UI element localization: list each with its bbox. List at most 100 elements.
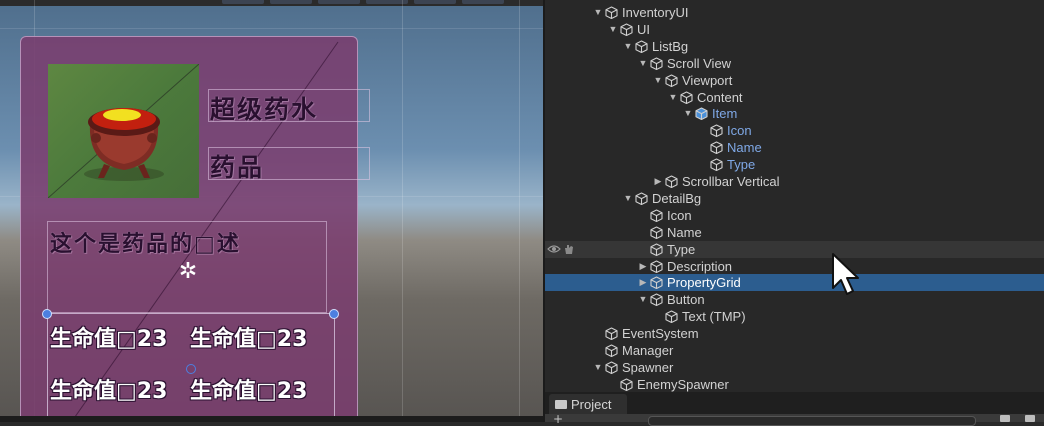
project-search-input[interactable] [648, 416, 976, 426]
hierarchy-item-label: Type [667, 241, 696, 257]
hierarchy-item-label: DetailBg [652, 190, 702, 206]
toolbar-button[interactable] [414, 0, 456, 4]
gameobject-cube-icon [605, 6, 618, 20]
hierarchy-item-viewport[interactable]: ▼ Viewport [545, 72, 1044, 89]
gameobject-cube-icon [605, 327, 618, 341]
rect-handle[interactable] [42, 309, 52, 319]
hierarchy-item-label: Scrollbar Vertical [682, 174, 780, 189]
hierarchy-item-label: Content [697, 89, 743, 105]
hierarchy-item-label: Name [727, 140, 762, 156]
gameobject-cube-icon [605, 361, 618, 374]
hierarchy-item-label: UI [637, 21, 650, 37]
expand-arrow-icon[interactable]: ▼ [683, 105, 693, 122]
property-text: 生命值□23 [190, 327, 308, 352]
expand-arrow-icon[interactable]: ▼ [653, 72, 663, 89]
gameobject-cube-icon [605, 344, 618, 358]
hierarchy-item-item[interactable]: ▼ Item [545, 105, 1044, 122]
hierarchy-item-label: InventoryUI [622, 5, 689, 20]
hierarchy-item-listbg[interactable]: ▼ ListBg [545, 38, 1044, 55]
gameobject-cube-icon [620, 23, 633, 36]
hierarchy-panel[interactable]: ▼ InventoryUI ▼ UI ▼ ListBg ▼ Scroll View ▼ Viewp… [545, 0, 1044, 392]
project-toolbar: + [545, 412, 1044, 426]
gameobject-cube-icon [665, 310, 678, 324]
hierarchy-item-enemyspawner[interactable]: EnemySpawner [545, 376, 1044, 392]
expand-arrow-icon[interactable]: ▼ [593, 359, 603, 376]
hierarchy-item-inventoryui[interactable]: ▼ InventoryUI [545, 4, 1044, 21]
hierarchy-item-label: Icon [667, 207, 692, 223]
gameobject-cube-icon [710, 158, 723, 172]
collapse-arrow-icon[interactable]: ▶ [638, 274, 648, 291]
grid-line [519, 0, 520, 422]
hierarchy-item-label: Type [727, 157, 756, 173]
gameobject-cube-icon [695, 107, 708, 121]
property-text: 生命值□23 [50, 327, 168, 352]
item-name-text[interactable]: 超级药水 [210, 90, 318, 126]
hierarchy-item-spawner[interactable]: ▼ Spawner [545, 359, 1044, 376]
hierarchy-item-button[interactable]: ▼ Button [545, 291, 1044, 308]
toolbar-button[interactable] [270, 0, 312, 4]
hierarchy-item-manager[interactable]: Manager [545, 342, 1044, 359]
hierarchy-item-label: Spawner [622, 359, 674, 375]
gameobject-cube-icon [620, 378, 633, 391]
hierarchy-item-label: EnemySpawner [637, 376, 729, 392]
expand-arrow-icon[interactable]: ▼ [608, 21, 618, 38]
add-asset-button[interactable]: + [553, 412, 563, 426]
hierarchy-item-icon[interactable]: Icon [545, 122, 1044, 139]
hierarchy-item-propertygrid[interactable]: ▶ PropertyGrid [545, 274, 1044, 292]
item-description-text[interactable]: 这个是药品的□述 [50, 226, 241, 258]
expand-arrow-icon[interactable]: ▼ [623, 190, 633, 207]
hierarchy-item-scrollbar-vertical[interactable]: ▶ Scrollbar Vertical [545, 173, 1044, 190]
gameobject-cube-icon [635, 40, 648, 53]
move-tool-icon[interactable]: ✲ [176, 260, 200, 284]
eye-icon[interactable] [547, 243, 561, 255]
expand-arrow-icon[interactable]: ▼ [593, 4, 603, 21]
expand-arrow-icon[interactable]: ▼ [638, 55, 648, 72]
expand-arrow-icon[interactable]: ▼ [668, 89, 678, 106]
hierarchy-item-type[interactable]: Type [545, 156, 1044, 173]
label-icon[interactable] [1025, 415, 1035, 422]
hierarchy-item-label: Viewport [682, 72, 733, 88]
hierarchy-item-description[interactable]: ▶ Description [545, 258, 1044, 275]
hierarchy-item-icon[interactable]: Icon [545, 207, 1044, 224]
grid-line [402, 0, 403, 422]
filter-icon[interactable] [1000, 415, 1010, 422]
scene-bottom-bar [0, 416, 543, 422]
item-type-text[interactable]: 药品 [210, 148, 264, 184]
gameobject-cube-icon [650, 209, 663, 222]
hierarchy-item-eventsystem[interactable]: EventSystem [545, 325, 1044, 342]
scene-view[interactable]: 超级药水 药品 这个是药品的□述 ✲ 生命值□23 生命值□23 生命值□23 … [0, 0, 543, 422]
toolbar-button[interactable] [318, 0, 360, 4]
collapse-arrow-icon[interactable]: ▶ [653, 173, 663, 190]
toolbar-button[interactable] [222, 0, 264, 4]
hierarchy-item-content[interactable]: ▼ Content [545, 89, 1044, 106]
hand-icon[interactable] [563, 243, 575, 255]
hierarchy-item-label: Icon [727, 123, 752, 139]
collapse-arrow-icon[interactable]: ▶ [638, 258, 648, 275]
hierarchy-item-label: Description [667, 258, 733, 274]
hierarchy-item-label: Manager [622, 343, 674, 358]
gameobject-cube-icon [665, 74, 678, 87]
rect-handle[interactable] [329, 309, 339, 319]
hierarchy-item-detailbg[interactable]: ▼ DetailBg [545, 190, 1044, 207]
gameobject-cube-icon [635, 192, 648, 205]
hierarchy-item-text-tmp[interactable]: Text (TMP) [545, 308, 1044, 325]
gameobject-cube-icon [665, 175, 678, 189]
gameobject-cube-icon [650, 293, 663, 307]
hierarchy-item-name[interactable]: Name [545, 224, 1044, 241]
expand-arrow-icon[interactable]: ▼ [623, 38, 633, 55]
hierarchy-item-name[interactable]: Name [545, 139, 1044, 156]
hierarchy-item-type[interactable]: Type [545, 240, 1044, 258]
hierarchy-item-scroll-view[interactable]: ▼ Scroll View [545, 55, 1044, 72]
hierarchy-item-label: Button [667, 292, 705, 308]
gameobject-cube-icon [680, 90, 693, 104]
tab-project-label: Project [571, 397, 612, 412]
hierarchy-item-label: PropertyGrid [667, 275, 741, 291]
expand-arrow-icon[interactable]: ▼ [638, 291, 648, 308]
gameobject-cube-icon [650, 57, 663, 70]
toolbar-button[interactable] [462, 0, 504, 4]
mouse-cursor-icon [832, 253, 859, 295]
hierarchy-item-ui[interactable]: ▼ UI [545, 21, 1044, 38]
item-icon-image[interactable] [47, 63, 200, 199]
gameobject-cube-icon [710, 141, 723, 155]
folder-icon [555, 400, 567, 409]
